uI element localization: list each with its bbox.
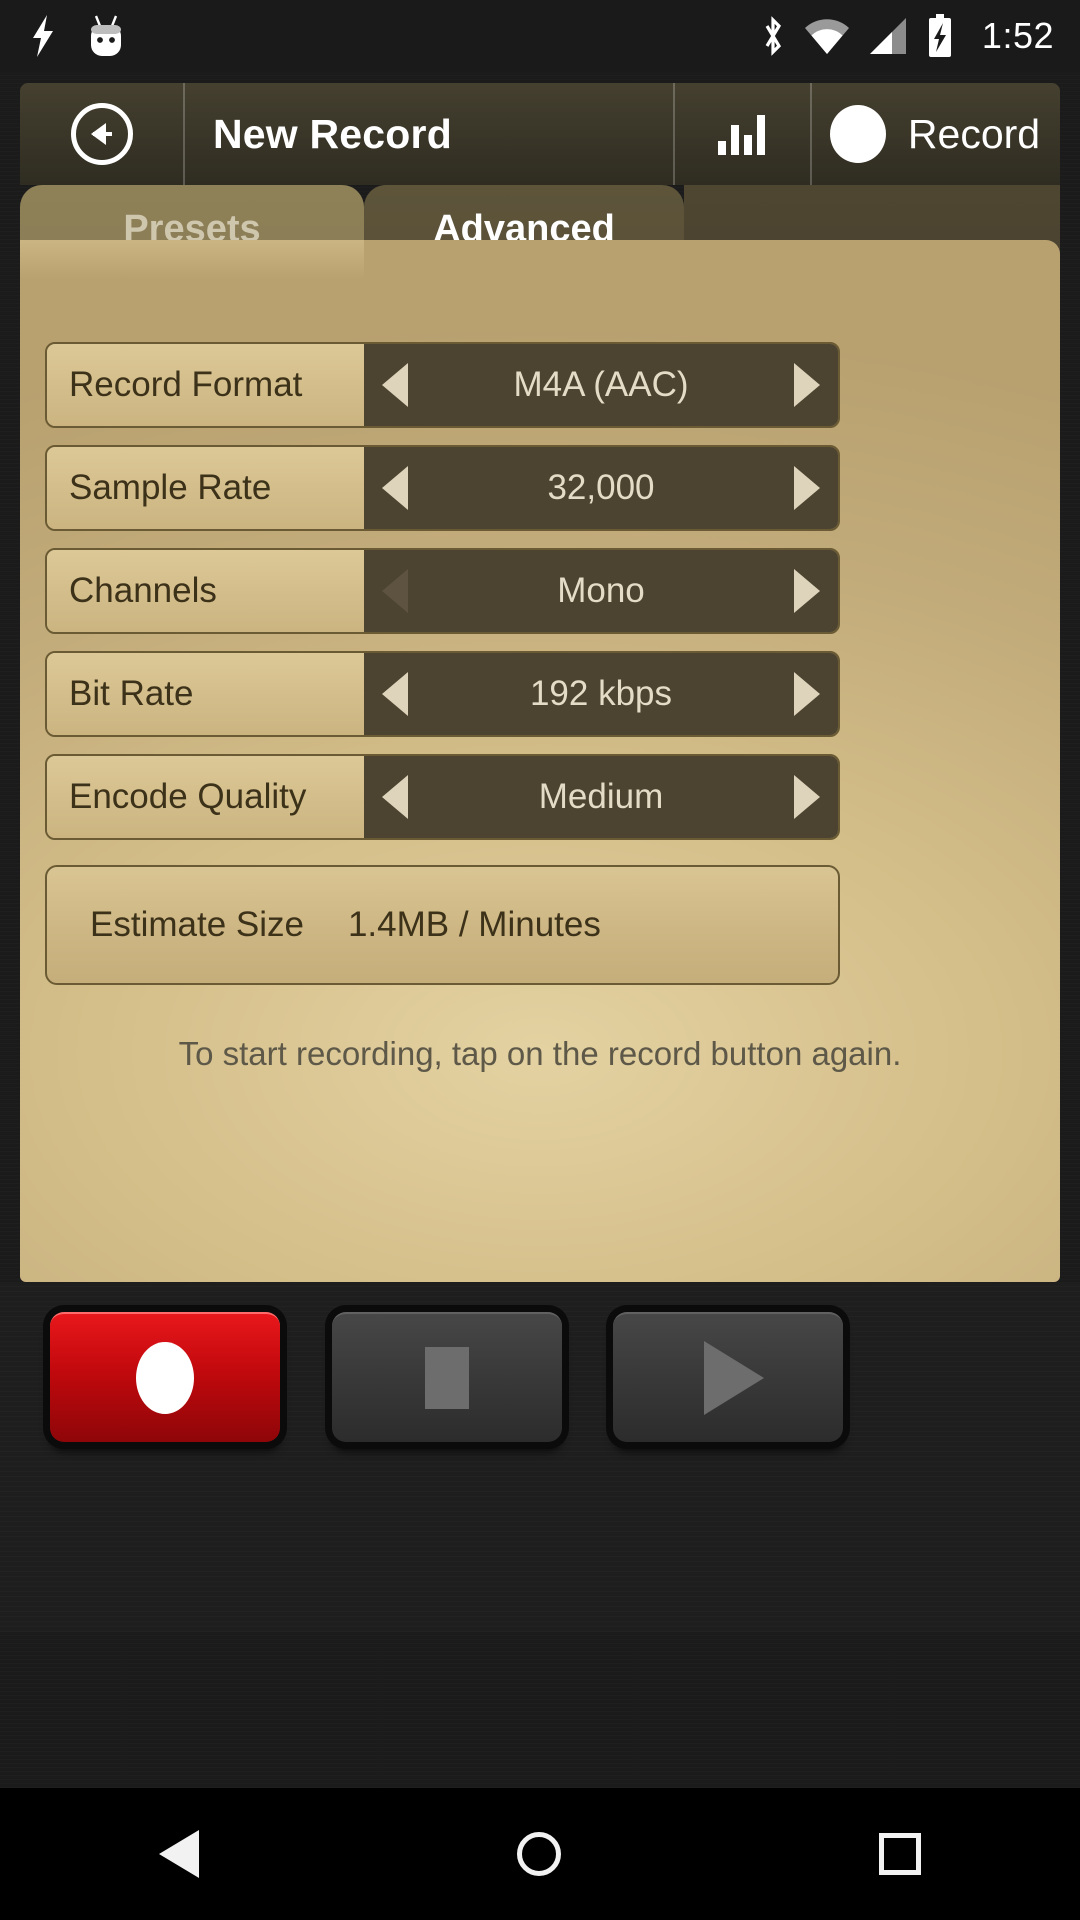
stop-button[interactable]: [332, 1312, 562, 1442]
setting-row-channels: Channels Mono: [45, 548, 840, 634]
setting-label: Sample Rate: [69, 468, 272, 507]
setting-stepper: Medium: [364, 756, 838, 838]
estimate-size-value: 1.4MB / Minutes: [347, 905, 601, 944]
decrement-record-format-button[interactable]: [364, 363, 426, 407]
increment-record-format-button[interactable]: [776, 363, 838, 407]
record-button[interactable]: [50, 1312, 280, 1442]
decrement-bit-rate-button[interactable]: [364, 672, 426, 716]
decrement-channels-button: [364, 569, 426, 613]
play-button[interactable]: [613, 1312, 843, 1442]
setting-label-cell: Channels: [47, 550, 364, 632]
setting-row-record-format: Record Format M4A (AAC): [45, 342, 840, 428]
setting-label-cell: Bit Rate: [47, 653, 364, 735]
transport-bar: [0, 1282, 1080, 1632]
record-mode-label: Record: [907, 110, 1041, 157]
page-title: New Record: [183, 83, 673, 185]
usb-debug-bolt-icon: [33, 15, 53, 57]
increment-sample-rate-button[interactable]: [776, 466, 838, 510]
advanced-settings-panel: Record Format M4A (AAC) Sample Rate 32,0…: [20, 240, 1060, 1282]
battery-charging-icon: [928, 14, 951, 57]
record-dot-icon: [829, 105, 886, 163]
setting-stepper: 32,000: [364, 447, 838, 529]
back-arrow-circle-icon: [70, 103, 133, 165]
android-nav-bar: [0, 1788, 1080, 1920]
equalizer-button[interactable]: [673, 83, 810, 185]
setting-stepper: Mono: [364, 550, 838, 632]
setting-label: Bit Rate: [69, 674, 194, 713]
decrement-encode-quality-button[interactable]: [364, 775, 426, 819]
increment-bit-rate-button[interactable]: [776, 672, 838, 716]
setting-value: M4A (AAC): [513, 365, 689, 404]
setting-row-sample-rate: Sample Rate 32,000: [45, 445, 840, 531]
setting-stepper: M4A (AAC): [364, 344, 838, 426]
setting-label: Channels: [69, 571, 217, 610]
setting-label: Record Format: [69, 365, 303, 404]
setting-value: Medium: [538, 777, 664, 816]
equalizer-bars-icon: [718, 113, 765, 155]
status-bar-left-icons: [30, 14, 126, 58]
hint-text: To start recording, tap on the record bu…: [178, 1035, 902, 1072]
marshmallow-android-icon: [91, 15, 121, 56]
stop-square-icon: [425, 1347, 469, 1409]
increment-encode-quality-button[interactable]: [776, 775, 838, 819]
increment-channels-button[interactable]: [776, 569, 838, 613]
record-mode-button[interactable]: Record: [810, 83, 1060, 185]
status-bar-right-icons: 1:52: [760, 14, 1054, 58]
record-circle-icon: [136, 1342, 194, 1414]
setting-label-cell: Record Format: [47, 344, 364, 426]
phone-screen: 1:52 New Record Record Presets Advanced …: [0, 0, 1080, 1920]
setting-stepper: 192 kbps: [364, 653, 838, 735]
setting-label: Encode Quality: [69, 777, 307, 816]
play-triangle-icon: [704, 1341, 764, 1415]
cellular-signal-icon: [869, 18, 906, 54]
decrement-sample-rate-button[interactable]: [364, 466, 426, 510]
back-button[interactable]: [20, 83, 183, 185]
nav-home-icon[interactable]: [517, 1832, 561, 1876]
wifi-icon: [804, 19, 849, 54]
setting-row-encode-quality: Encode Quality Medium: [45, 754, 840, 840]
setting-value: Mono: [557, 571, 645, 610]
page-title-text: New Record: [213, 110, 452, 157]
status-bar-clock: 1:52: [981, 15, 1054, 56]
nav-back-icon[interactable]: [159, 1830, 199, 1878]
bluetooth-icon: [765, 16, 781, 56]
setting-value: 32,000: [547, 468, 655, 507]
estimate-size-box: Estimate Size 1.4MB / Minutes: [45, 865, 840, 985]
setting-label-cell: Encode Quality: [47, 756, 364, 838]
estimate-size-label: Estimate Size: [90, 905, 304, 944]
nav-recents-icon[interactable]: [879, 1833, 921, 1875]
action-bar: New Record Record: [20, 83, 1060, 185]
status-bar: 1:52: [0, 0, 1080, 72]
setting-row-bit-rate: Bit Rate 192 kbps: [45, 651, 840, 737]
setting-label-cell: Sample Rate: [47, 447, 364, 529]
setting-value: 192 kbps: [529, 674, 673, 713]
